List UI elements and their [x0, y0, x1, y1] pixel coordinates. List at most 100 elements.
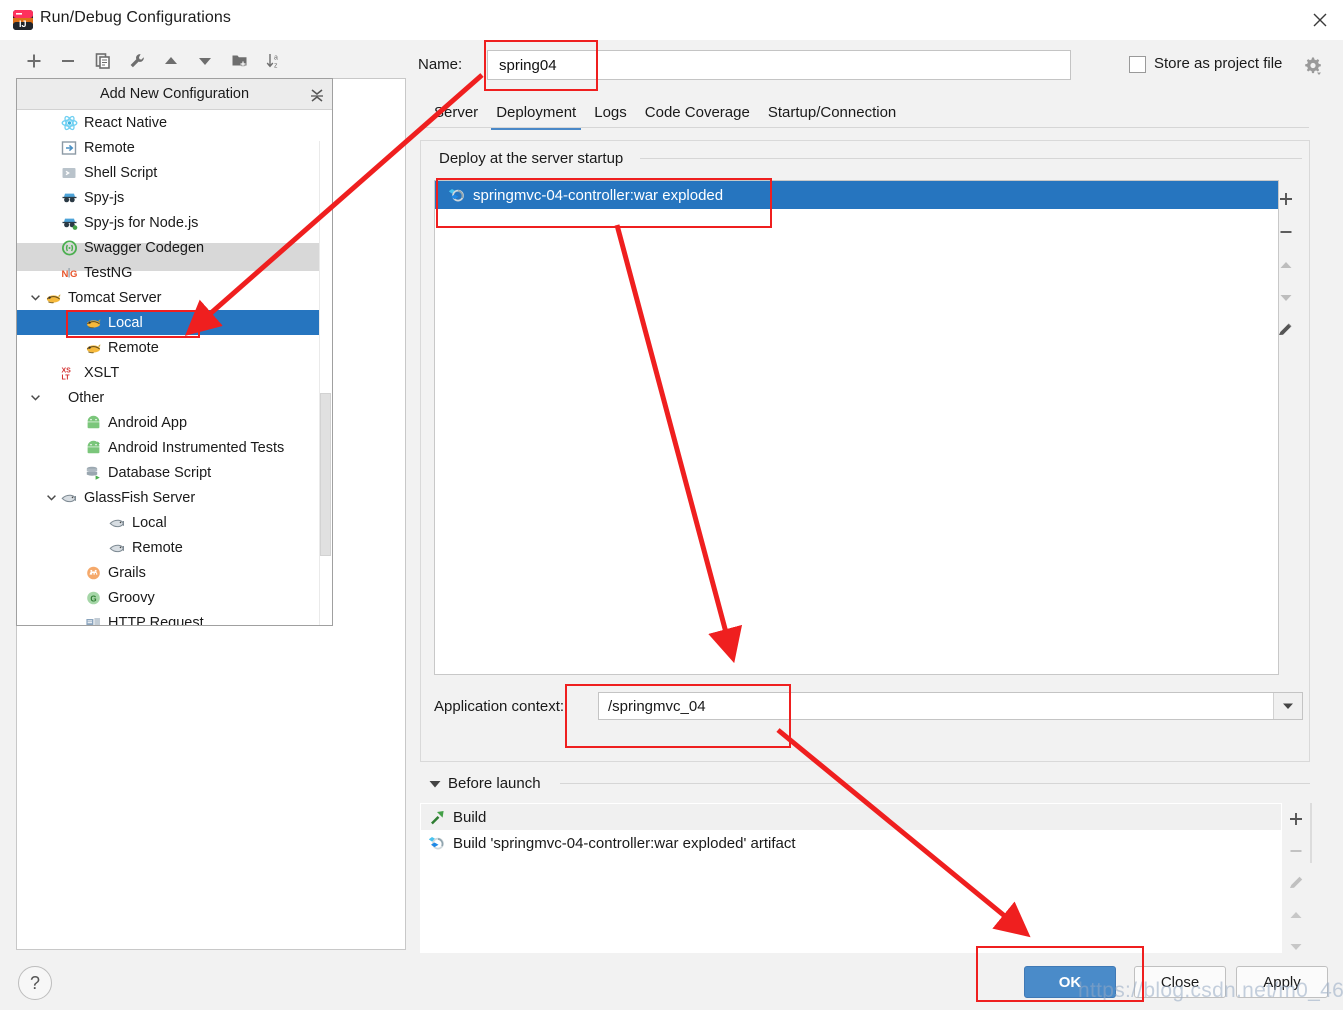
tree-item[interactable]: Android Instrumented Tests	[17, 435, 332, 460]
tree-item[interactable]: Remote	[17, 535, 332, 560]
tree-item[interactable]: Spy-js	[17, 185, 332, 210]
tree-item[interactable]: React Native	[17, 110, 332, 135]
intellij-idea-icon: IJ	[12, 9, 34, 31]
tree-item[interactable]: Swagger Codegen	[17, 235, 332, 260]
name-input[interactable]: spring04	[487, 50, 1071, 80]
tree-item[interactable]: Other	[17, 385, 332, 410]
remove-artifact-button[interactable]	[1270, 215, 1301, 248]
move-up-button[interactable]	[161, 50, 181, 72]
close-icon[interactable]	[1297, 0, 1343, 40]
edit-artifact-button[interactable]	[1270, 314, 1301, 347]
tree-item[interactable]: Spy-js for Node.js	[17, 210, 332, 235]
tree-item[interactable]: HTTP Request	[17, 610, 332, 625]
tab-deployment[interactable]: Deployment	[487, 101, 585, 130]
add-configuration-button[interactable]	[24, 50, 44, 72]
tab-logs[interactable]: Logs	[585, 101, 636, 126]
before-launch-task-list[interactable]: Build Build 'springmvc-04-controller:war …	[420, 803, 1282, 953]
swagger-icon	[59, 239, 79, 257]
move-down-button[interactable]	[195, 50, 215, 72]
tab-startup-connection[interactable]: Startup/Connection	[759, 101, 905, 126]
chevron-down-icon[interactable]	[1273, 693, 1302, 719]
android-icon	[83, 414, 103, 432]
tree-item[interactable]: Remote	[17, 335, 332, 360]
tree-item-selected[interactable]: Local	[17, 310, 332, 335]
tab-code-coverage[interactable]: Code Coverage	[636, 101, 759, 126]
grails-icon	[83, 564, 103, 582]
edit-task-button[interactable]	[1281, 867, 1312, 899]
application-context-input[interactable]: /springmvc_04	[598, 692, 1303, 720]
ok-button[interactable]: OK	[1024, 966, 1116, 998]
tree-item[interactable]: GlassFish Server	[17, 485, 332, 510]
move-artifact-up-button[interactable]	[1270, 248, 1301, 281]
tree-item[interactable]: Database Script	[17, 460, 332, 485]
tab-server[interactable]: Server	[425, 101, 487, 126]
tree-item-label: Local	[108, 314, 143, 331]
wrench-icon[interactable]	[127, 50, 147, 72]
http-request-icon	[83, 614, 103, 625]
application-context-label: Application context:	[434, 698, 565, 715]
tree-item[interactable]: Shell Script	[17, 160, 332, 185]
tree-item[interactable]: N G TestNG	[17, 260, 332, 285]
tree-scrollbar[interactable]	[319, 141, 332, 625]
before-launch-title: Before launch	[448, 775, 541, 792]
collapse-all-icon[interactable]	[309, 85, 325, 103]
svg-text:IJ: IJ	[19, 19, 27, 29]
deploy-section-title: Deploy at the server startup	[434, 150, 629, 167]
apply-button[interactable]: Apply	[1236, 966, 1328, 998]
tree-item[interactable]: G Groovy	[17, 585, 332, 610]
react-icon	[59, 114, 79, 132]
tree-scrollbar-thumb[interactable]	[320, 393, 331, 556]
before-launch-divider	[560, 783, 1310, 784]
add-artifact-button[interactable]	[1270, 182, 1301, 215]
store-as-project-file-checkbox[interactable]	[1129, 56, 1146, 73]
chevron-down-icon[interactable]	[27, 285, 43, 310]
svg-text:a: a	[274, 55, 278, 62]
tree-item[interactable]: XS LT XSLT	[17, 360, 332, 385]
cancel-button[interactable]: Close	[1134, 966, 1226, 998]
tree-item-label: Spy-js	[84, 189, 125, 206]
before-launch-task-label: Build	[453, 808, 487, 826]
before-launch-task-row[interactable]: Build 'springmvc-04-controller:war explo…	[421, 830, 1281, 856]
tree-item[interactable]: Grails	[17, 560, 332, 585]
gear-dropdown-icon[interactable]	[1303, 56, 1323, 76]
remove-configuration-button[interactable]	[58, 50, 78, 72]
chevron-down-icon[interactable]	[43, 485, 59, 510]
tree-item[interactable]: Android App	[17, 410, 332, 435]
glassfish-icon	[59, 489, 79, 507]
artifact-icon	[426, 834, 448, 852]
move-artifact-down-button[interactable]	[1270, 281, 1301, 314]
triangle-down-icon[interactable]	[428, 777, 442, 791]
tree-item-label: Swagger Codegen	[84, 239, 205, 256]
configuration-type-tree[interactable]: React Native Remote Shell Script Spy-js Spy-…	[17, 110, 332, 625]
tree-item[interactable]: Local	[17, 510, 332, 535]
add-new-configuration-popup: Add New Configuration React Native Remote…	[16, 78, 333, 626]
move-task-down-button[interactable]	[1281, 931, 1312, 963]
folder-add-icon[interactable]	[230, 50, 250, 72]
svg-text:LT: LT	[61, 374, 70, 380]
chevron-down-icon[interactable]	[27, 385, 43, 410]
move-task-up-button[interactable]	[1281, 899, 1312, 931]
svg-text:N: N	[61, 269, 68, 280]
before-launch-scrollbar[interactable]	[1310, 803, 1312, 863]
help-button[interactable]: ?	[18, 966, 52, 1000]
deployment-artifact-list[interactable]: springmvc-04-controller:war exploded	[434, 180, 1279, 675]
configuration-tabs[interactable]: Server Deployment Logs Code Coverage Startup…	[425, 101, 905, 130]
name-label: Name:	[418, 56, 463, 73]
add-task-button[interactable]	[1281, 803, 1312, 835]
sort-az-icon[interactable]: a z	[264, 50, 284, 72]
svg-text:z: z	[274, 63, 278, 70]
remove-task-button[interactable]	[1281, 835, 1312, 867]
tree-item[interactable]: Remote	[17, 135, 332, 160]
before-launch-task-row[interactable]: Build	[421, 804, 1281, 830]
deployment-artifact-row[interactable]: springmvc-04-controller:war exploded	[435, 181, 1278, 209]
copy-configuration-button[interactable]	[93, 50, 113, 72]
tree-item[interactable]: Tomcat Server	[17, 285, 332, 310]
